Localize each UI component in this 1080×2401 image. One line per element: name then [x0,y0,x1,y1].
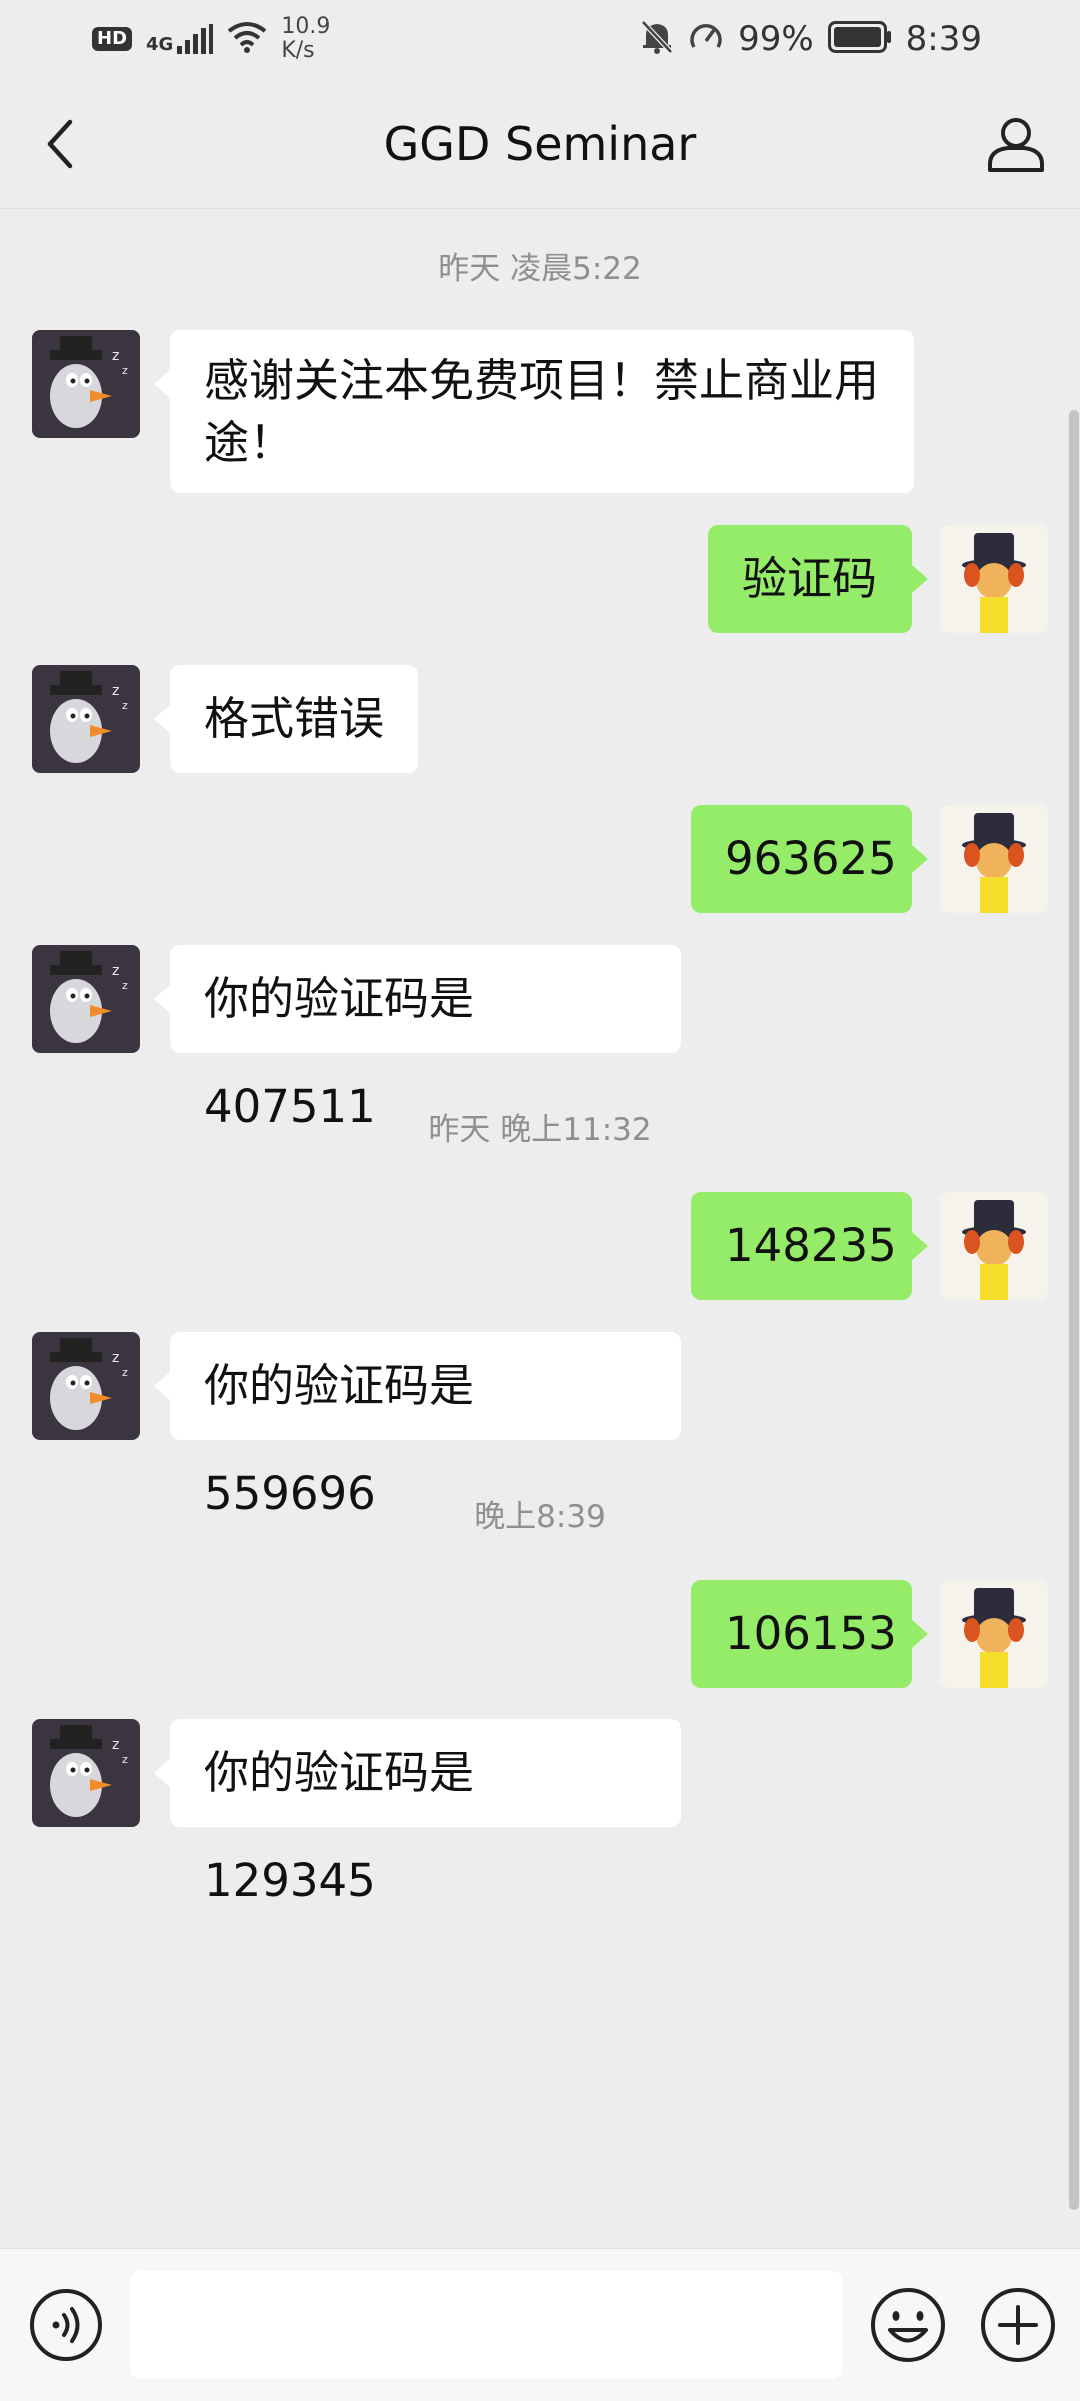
svg-text:z: z [122,1753,128,1766]
bubble-tail [154,705,170,733]
timestamp: 昨天 晚上11:32 [428,1112,652,1148]
status-right: 99% 8:39 [640,14,982,64]
bubble-tail [154,985,170,1013]
svg-text:z: z [122,979,128,992]
penguin-avatar[interactable]: z z [32,330,140,438]
penguin-avatar[interactable]: z z [32,945,140,1053]
clock: 8:39 [905,19,982,59]
network-speed: 10.9 K/s [281,15,330,63]
bubble-tail [912,1232,928,1260]
battery-percent: 99% [738,19,814,59]
outgoing-message[interactable]: 963625 [691,805,912,913]
incoming-message[interactable]: 格式错误 [170,665,418,773]
status-left: HD 4G 10.9 K/s [92,14,330,64]
smiley-icon [871,2288,945,2362]
svg-text:z: z [112,1350,119,1366]
bubble-tail [912,1620,928,1648]
network-type: 4G [146,34,174,55]
bubble-tail [912,565,928,593]
chat-info-button[interactable] [980,108,1052,180]
top-hat-avatar[interactable] [940,1192,1048,1300]
bubble-tail [912,845,928,873]
chat-header: GGD Seminar [0,80,1080,209]
penguin-avatar[interactable]: z z [32,1332,140,1440]
timestamp: 晚上8:39 [474,1499,606,1535]
person-icon [988,118,1044,172]
top-hat-avatar[interactable] [940,1580,1048,1688]
message-input[interactable] [130,2271,842,2379]
speedometer-icon [688,19,724,59]
timestamp: 昨天 凌晨5:22 [438,251,642,287]
wifi-icon [227,21,267,57]
hd-badge: HD [92,27,133,51]
incoming-message[interactable]: 感谢关注本免费项目！禁止商业用 途！ [170,330,914,493]
incoming-message[interactable]: 你的验证码是 407511 [170,945,681,1133]
svg-text:z: z [122,1366,128,1379]
outgoing-message[interactable]: 106153 [691,1580,912,1688]
voice-button[interactable] [28,2287,104,2363]
speed-unit: K/s [281,38,315,63]
top-hat-avatar[interactable] [940,805,1048,913]
bubble-tail [154,1372,170,1400]
penguin-avatar[interactable]: z z [32,1719,140,1827]
svg-text:z: z [122,699,128,712]
speed-value: 10.9 [281,14,331,39]
chat-title: GGD Seminar [383,117,697,171]
scrollbar[interactable] [1069,410,1079,2210]
more-button[interactable] [978,2285,1058,2365]
back-button[interactable] [28,112,92,176]
status-bar: HD 4G 10.9 K/s 99% 8:39 [0,0,1080,80]
svg-text:z: z [122,364,128,377]
svg-text:z: z [112,348,119,364]
svg-text:z: z [112,683,119,699]
chevron-left-icon [47,119,73,169]
incoming-message[interactable]: 你的验证码是 129345 [170,1719,681,1907]
penguin-avatar[interactable]: z z [32,665,140,773]
input-bar [0,2248,1080,2401]
outgoing-message[interactable]: 148235 [691,1192,912,1300]
message-text-line: 感谢关注本免费项目！禁止商业用 [204,354,880,407]
plus-icon [981,2288,1055,2362]
svg-text:z: z [112,1737,119,1753]
outgoing-message[interactable]: 验证码 [708,525,912,633]
emoji-button[interactable] [868,2285,948,2365]
bell-off-icon [640,19,674,59]
bubble-tail [154,1759,170,1787]
incoming-message[interactable]: 你的验证码是 559696 [170,1332,681,1520]
message-text-line: 途！ [204,416,295,469]
top-hat-avatar[interactable] [940,525,1048,633]
signal-icon: 4G [146,24,214,55]
bubble-tail [154,370,170,398]
voice-icon [30,2289,102,2361]
svg-text:z: z [112,963,119,979]
battery-icon [827,21,892,57]
